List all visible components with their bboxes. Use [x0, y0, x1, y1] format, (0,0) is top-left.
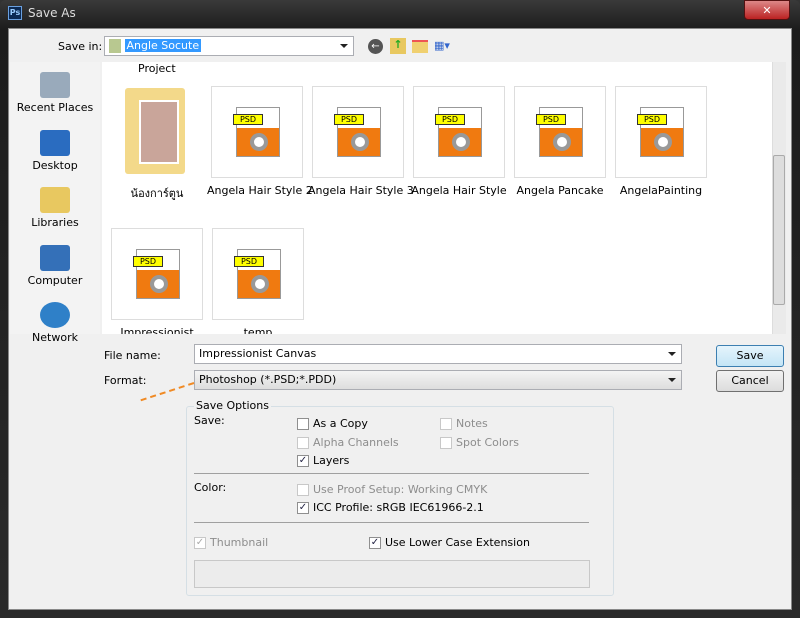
save-in-value: Angle Socute	[124, 39, 202, 52]
place-network[interactable]: Network	[10, 302, 100, 344]
close-button[interactable]: ✕	[744, 0, 790, 20]
message-area	[194, 560, 590, 588]
file-thumbnail: PSD	[211, 86, 303, 178]
file-item-psd[interactable]: PSD Angela Hair Style	[409, 86, 509, 197]
place-label: Libraries	[31, 216, 79, 229]
file-thumbnail: PSD	[212, 228, 304, 320]
file-item-psd[interactable]: PSD Angela Pancake	[510, 86, 610, 197]
save-options-title: Save Options	[194, 399, 271, 412]
divider	[194, 522, 589, 523]
file-name: Angela Hair Style 2	[207, 184, 313, 197]
chevron-down-icon	[668, 378, 676, 382]
photoshop-app-icon: Ps	[8, 6, 22, 20]
psd-file-icon: PSD	[233, 107, 280, 157]
folder-thumbnail	[111, 86, 203, 178]
file-name: Angela Hair Style 3	[308, 184, 414, 197]
file-item-psd[interactable]: PSD Impressionist	[107, 228, 207, 334]
file-item-psd[interactable]: PSD temp	[208, 228, 308, 334]
folder-icon	[125, 88, 185, 174]
psd-file-icon: PSD	[334, 107, 381, 157]
file-thumbnail: PSD	[413, 86, 505, 178]
file-name: น้องการ์ตูน	[130, 187, 184, 200]
save-in-dropdown[interactable]: Angle Socute	[104, 36, 354, 56]
up-folder-icon[interactable]: ↑	[390, 38, 406, 54]
chevron-down-icon	[668, 352, 676, 356]
layers-checkbox[interactable]: ✓ Layers	[297, 454, 349, 467]
view-menu-icon[interactable]: ▦▾	[434, 39, 458, 53]
back-icon[interactable]: ←	[368, 39, 383, 54]
psd-file-icon: PSD	[536, 107, 583, 157]
spot-colors-checkbox[interactable]: Spot Colors	[440, 436, 519, 449]
divider	[194, 473, 589, 474]
file-name: AngelaPainting	[619, 184, 703, 197]
notes-checkbox[interactable]: Notes	[440, 417, 488, 430]
file-item-folder[interactable]: น้องการ์ตูน	[107, 86, 207, 202]
chevron-down-icon	[340, 44, 348, 48]
save-button[interactable]: Save	[716, 345, 784, 367]
color-label: Color:	[194, 481, 227, 494]
format-dropdown[interactable]: Photoshop (*.PSD;*.PDD)	[194, 370, 682, 390]
place-computer[interactable]: Computer	[10, 245, 100, 287]
file-item-psd[interactable]: PSD AngelaPainting	[611, 86, 711, 197]
file-thumbnail: PSD	[312, 86, 404, 178]
save-label: Save:	[194, 414, 225, 427]
file-name: temp	[243, 326, 273, 334]
psd-file-icon: PSD	[637, 107, 684, 157]
file-name: Impressionist	[120, 326, 194, 334]
scrollbar-thumb[interactable]	[773, 155, 785, 305]
file-name: Angela Hair Style	[411, 184, 507, 197]
file-list: Project น้องการ์ตูน PSD Angela Hair Style…	[102, 62, 772, 334]
computer-icon	[40, 245, 70, 271]
place-libraries[interactable]: Libraries	[10, 187, 100, 229]
place-desktop[interactable]: Desktop	[10, 130, 100, 172]
network-icon	[40, 302, 70, 328]
cancel-button[interactable]: Cancel	[716, 370, 784, 392]
psd-file-icon: PSD	[234, 249, 281, 299]
save-in-label: Save in:	[58, 40, 103, 53]
recent-places-icon	[40, 72, 70, 98]
desktop-icon	[40, 130, 70, 156]
place-label: Computer	[27, 274, 83, 287]
format-label: Format:	[104, 374, 147, 387]
window-title: Save As	[28, 6, 76, 20]
file-thumbnail: PSD	[615, 86, 707, 178]
place-label: Desktop	[32, 159, 78, 172]
file-name-input[interactable]: Impressionist Canvas	[194, 344, 682, 364]
place-label: Recent Places	[16, 101, 94, 114]
file-item-psd[interactable]: PSD Angela Hair Style 3	[308, 86, 414, 197]
file-name: Angela Pancake	[516, 184, 604, 197]
as-a-copy-checkbox[interactable]: As a Copy	[297, 417, 368, 430]
alpha-channels-checkbox[interactable]: Alpha Channels	[297, 436, 399, 449]
psd-file-icon: PSD	[435, 107, 482, 157]
file-thumbnail: PSD	[514, 86, 606, 178]
use-proof-setup-checkbox[interactable]: Use Proof Setup: Working CMYK	[297, 483, 487, 496]
icc-profile-checkbox[interactable]: ✓ ICC Profile: sRGB IEC61966-2.1	[297, 501, 484, 514]
thumbnail-checkbox[interactable]: ✓ Thumbnail	[194, 536, 268, 549]
file-name-label: File name:	[104, 349, 161, 362]
file-label-partial[interactable]: Project	[138, 62, 176, 75]
libraries-icon	[40, 187, 70, 213]
new-folder-icon[interactable]	[412, 40, 428, 53]
lower-case-extension-checkbox[interactable]: ✓ Use Lower Case Extension	[369, 536, 530, 549]
place-label: Network	[32, 331, 78, 344]
folder-icon	[109, 39, 121, 53]
places-bar: Recent Places Desktop Libraries Computer…	[10, 62, 100, 344]
place-recent-places[interactable]: Recent Places	[10, 72, 100, 114]
format-value: Photoshop (*.PSD;*.PDD)	[199, 373, 337, 386]
file-item-psd[interactable]: PSD Angela Hair Style 2	[207, 86, 313, 197]
psd-file-icon: PSD	[133, 249, 180, 299]
file-thumbnail: PSD	[111, 228, 203, 320]
file-name-value: Impressionist Canvas	[199, 347, 317, 360]
